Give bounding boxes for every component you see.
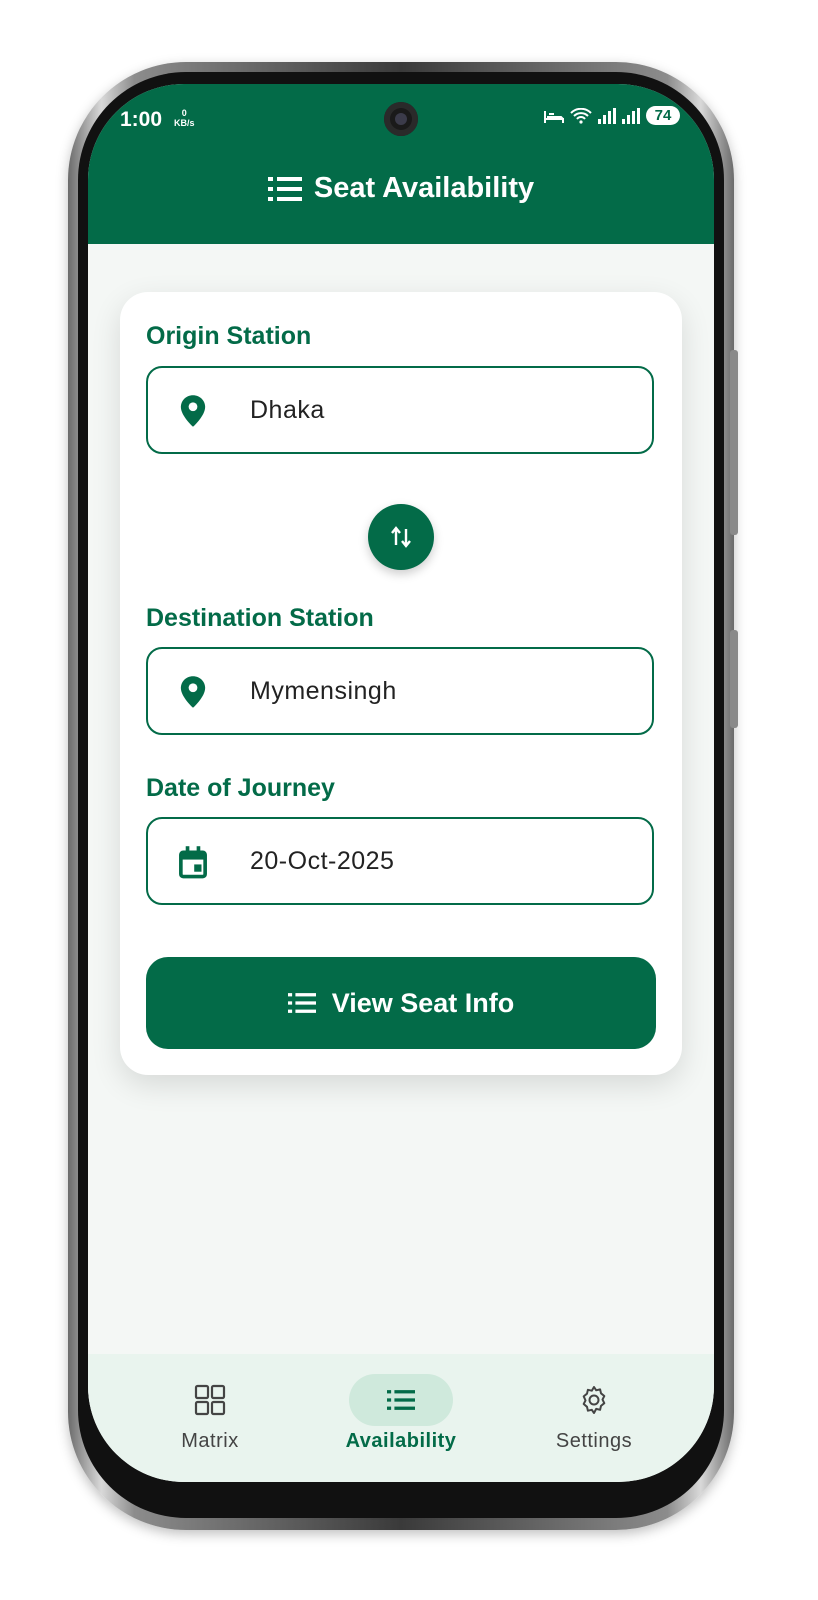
- date-label: Date of Journey: [146, 774, 335, 802]
- signal-icon-2: [622, 107, 640, 124]
- nav-item-settings[interactable]: Settings: [494, 1354, 694, 1482]
- swap-stations-button[interactable]: [368, 504, 434, 570]
- nav-settings-pill: [542, 1374, 646, 1426]
- date-value: 20-Oct-2025: [250, 846, 395, 875]
- status-time: 1:00: [120, 108, 163, 131]
- nav-settings-label: Settings: [555, 1430, 633, 1452]
- front-camera: [384, 102, 418, 136]
- app-header: 1:00 0 KB/s 74 Seat Availability: [88, 84, 714, 244]
- nav-availability-pill: [349, 1374, 453, 1426]
- nav-availability-label: Availability: [345, 1430, 457, 1452]
- signal-icon: [598, 107, 616, 124]
- page-title: Seat Availability: [313, 172, 535, 204]
- swap-vertical-icon: [391, 526, 411, 548]
- location-pin-icon: [180, 676, 206, 708]
- date-field[interactable]: 20-Oct-2025: [146, 817, 654, 905]
- origin-label: Origin Station: [146, 322, 312, 350]
- volume-button: [730, 350, 738, 535]
- bottom-navigation: Matrix Availability Settings: [88, 1354, 714, 1482]
- origin-value: Dhaka: [250, 395, 325, 424]
- nav-item-matrix[interactable]: Matrix: [110, 1354, 310, 1482]
- gear-icon: [582, 1386, 606, 1414]
- status-icons: 74: [544, 106, 680, 125]
- grid-icon: [194, 1384, 226, 1416]
- destination-field[interactable]: Mymensingh: [146, 647, 654, 735]
- view-seat-info-button[interactable]: View Seat Info: [146, 957, 656, 1049]
- power-button: [730, 630, 738, 728]
- nav-item-availability[interactable]: Availability: [301, 1354, 501, 1482]
- nav-matrix-label: Matrix: [181, 1430, 239, 1452]
- app-screen: 1:00 0 KB/s 74 Seat Availability Origin …: [88, 84, 714, 1482]
- header-title-row: Seat Availability: [88, 172, 714, 205]
- location-pin-icon: [180, 395, 206, 427]
- view-seat-info-label: View Seat Info: [331, 987, 515, 1018]
- bed-icon: [544, 110, 564, 123]
- battery-badge: 74: [646, 106, 680, 125]
- list-icon: [287, 993, 316, 1013]
- destination-value: Mymensingh: [250, 676, 397, 705]
- nav-matrix-pill: [158, 1374, 262, 1426]
- destination-label: Destination Station: [146, 604, 374, 632]
- data-rate: 0 KB/s: [174, 108, 195, 128]
- origin-field[interactable]: Dhaka: [146, 366, 654, 454]
- data-rate-value: 0: [181, 108, 187, 118]
- search-card: Origin Station Dhaka Destination Station…: [120, 292, 682, 1075]
- calendar-icon: [179, 846, 207, 879]
- wifi-icon: [570, 107, 592, 124]
- list-icon: [387, 1390, 415, 1410]
- data-rate-unit: KB/s: [174, 118, 195, 128]
- list-icon: [267, 176, 302, 201]
